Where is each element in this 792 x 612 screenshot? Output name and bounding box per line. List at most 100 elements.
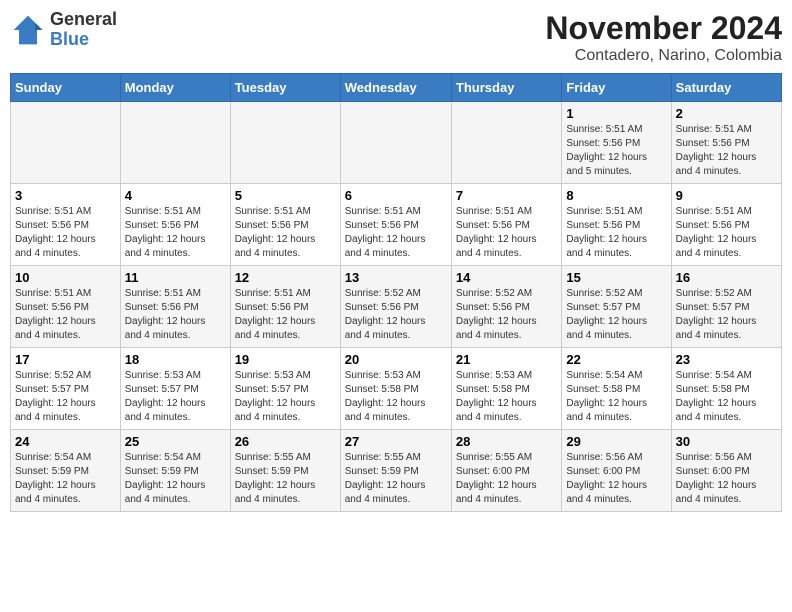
day-info: Sunrise: 5:52 AM Sunset: 5:57 PM Dayligh… [676, 287, 777, 343]
day-info: Sunrise: 5:51 AM Sunset: 5:56 PM Dayligh… [235, 205, 336, 261]
calendar-cell: 1 Sunrise: 5:51 AM Sunset: 5:56 PM Daylig… [562, 102, 671, 184]
calendar-cell: 26 Sunrise: 5:55 AM Sunset: 5:59 PM Dayli… [230, 430, 340, 512]
calendar-cell: 28Sunrise: 5:55 AM Sunset: 6:00 PM Dayli… [451, 430, 561, 512]
day-info: Sunrise: 5:54 AM Sunset: 5:58 PM Dayligh… [676, 369, 777, 425]
calendar-cell: 2Sunrise: 5:51 AM Sunset: 5:56 PM Daylig… [671, 102, 781, 184]
calendar-cell: 18 Sunrise: 5:53 AM Sunset: 5:57 PM Dayli… [120, 348, 230, 430]
calendar-title: November 2024 Contadero, Narino, Colombi… [545, 10, 782, 65]
day-number: 25 [125, 434, 226, 449]
day-number: 6 [345, 188, 447, 203]
weekday-header-sunday: Sunday [11, 74, 121, 102]
month-year-title: November 2024 [545, 10, 782, 47]
day-info: Sunrise: 5:51 AM Sunset: 5:56 PM Dayligh… [125, 287, 226, 343]
calendar-cell: 25 Sunrise: 5:54 AM Sunset: 5:59 PM Dayli… [120, 430, 230, 512]
calendar-cell [451, 102, 561, 184]
page-header: General Blue November 2024 Contadero, Na… [10, 10, 782, 65]
day-number: 26 [235, 434, 336, 449]
logo-general-text: General [50, 10, 117, 30]
calendar-cell: 17Sunrise: 5:52 AM Sunset: 5:57 PM Dayli… [11, 348, 121, 430]
day-info: Sunrise: 5:51 AM Sunset: 5:56 PM Dayligh… [235, 287, 336, 343]
day-info: Sunrise: 5:53 AM Sunset: 5:58 PM Dayligh… [456, 369, 557, 425]
calendar-cell: 3 Sunrise: 5:51 AM Sunset: 5:56 PM Daylig… [11, 184, 121, 266]
calendar-cell: 15 Sunrise: 5:52 AM Sunset: 5:57 PM Dayli… [562, 266, 671, 348]
day-info: Sunrise: 5:52 AM Sunset: 5:56 PM Dayligh… [456, 287, 557, 343]
day-info: Sunrise: 5:53 AM Sunset: 5:58 PM Dayligh… [345, 369, 447, 425]
calendar-cell: 23 Sunrise: 5:54 AM Sunset: 5:58 PM Dayli… [671, 348, 781, 430]
calendar-cell: 13 Sunrise: 5:52 AM Sunset: 5:56 PM Dayli… [340, 266, 451, 348]
day-number: 29 [566, 434, 666, 449]
day-info: Sunrise: 5:51 AM Sunset: 5:56 PM Dayligh… [15, 205, 116, 261]
calendar-cell: 9 Sunrise: 5:51 AM Sunset: 5:56 PM Daylig… [671, 184, 781, 266]
weekday-header-saturday: Saturday [671, 74, 781, 102]
day-number: 21 [456, 352, 557, 367]
day-info: Sunrise: 5:55 AM Sunset: 5:59 PM Dayligh… [235, 451, 336, 507]
day-number: 15 [566, 270, 666, 285]
day-number: 5 [235, 188, 336, 203]
calendar-cell [120, 102, 230, 184]
day-info: Sunrise: 5:55 AM Sunset: 5:59 PM Dayligh… [345, 451, 447, 507]
calendar-cell: 30 Sunrise: 5:56 AM Sunset: 6:00 PM Dayli… [671, 430, 781, 512]
day-number: 11 [125, 270, 226, 285]
day-number: 7 [456, 188, 557, 203]
day-number: 3 [15, 188, 116, 203]
weekday-header-thursday: Thursday [451, 74, 561, 102]
day-info: Sunrise: 5:51 AM Sunset: 5:56 PM Dayligh… [566, 123, 666, 179]
day-number: 20 [345, 352, 447, 367]
day-info: Sunrise: 5:54 AM Sunset: 5:59 PM Dayligh… [125, 451, 226, 507]
calendar-week-row: 10 Sunrise: 5:51 AM Sunset: 5:56 PM Dayli… [11, 266, 782, 348]
calendar-week-row: 1 Sunrise: 5:51 AM Sunset: 5:56 PM Daylig… [11, 102, 782, 184]
calendar-cell: 12 Sunrise: 5:51 AM Sunset: 5:56 PM Dayli… [230, 266, 340, 348]
day-info: Sunrise: 5:51 AM Sunset: 5:56 PM Dayligh… [676, 205, 777, 261]
day-number: 1 [566, 106, 666, 121]
calendar-cell: 19 Sunrise: 5:53 AM Sunset: 5:57 PM Dayli… [230, 348, 340, 430]
calendar-cell: 29Sunrise: 5:56 AM Sunset: 6:00 PM Dayli… [562, 430, 671, 512]
day-info: Sunrise: 5:53 AM Sunset: 5:57 PM Dayligh… [235, 369, 336, 425]
day-number: 14 [456, 270, 557, 285]
calendar-week-row: 17Sunrise: 5:52 AM Sunset: 5:57 PM Dayli… [11, 348, 782, 430]
weekday-header-wednesday: Wednesday [340, 74, 451, 102]
calendar-week-row: 24Sunrise: 5:54 AM Sunset: 5:59 PM Dayli… [11, 430, 782, 512]
day-number: 4 [125, 188, 226, 203]
day-info: Sunrise: 5:51 AM Sunset: 5:56 PM Dayligh… [566, 205, 666, 261]
weekday-header-friday: Friday [562, 74, 671, 102]
day-number: 8 [566, 188, 666, 203]
day-info: Sunrise: 5:55 AM Sunset: 6:00 PM Dayligh… [456, 451, 557, 507]
calendar-cell: 27 Sunrise: 5:55 AM Sunset: 5:59 PM Dayli… [340, 430, 451, 512]
calendar-cell: 11 Sunrise: 5:51 AM Sunset: 5:56 PM Dayli… [120, 266, 230, 348]
calendar-cell: 20 Sunrise: 5:53 AM Sunset: 5:58 PM Dayli… [340, 348, 451, 430]
day-info: Sunrise: 5:52 AM Sunset: 5:56 PM Dayligh… [345, 287, 447, 343]
calendar-cell [340, 102, 451, 184]
day-info: Sunrise: 5:51 AM Sunset: 5:56 PM Dayligh… [345, 205, 447, 261]
day-number: 9 [676, 188, 777, 203]
day-number: 22 [566, 352, 666, 367]
calendar-cell: 4 Sunrise: 5:51 AM Sunset: 5:56 PM Daylig… [120, 184, 230, 266]
day-number: 23 [676, 352, 777, 367]
day-number: 12 [235, 270, 336, 285]
day-number: 30 [676, 434, 777, 449]
day-info: Sunrise: 5:53 AM Sunset: 5:57 PM Dayligh… [125, 369, 226, 425]
day-info: Sunrise: 5:51 AM Sunset: 5:56 PM Dayligh… [456, 205, 557, 261]
day-info: Sunrise: 5:52 AM Sunset: 5:57 PM Dayligh… [566, 287, 666, 343]
day-info: Sunrise: 5:56 AM Sunset: 6:00 PM Dayligh… [676, 451, 777, 507]
calendar-cell: 16Sunrise: 5:52 AM Sunset: 5:57 PM Dayli… [671, 266, 781, 348]
calendar-cell: 7 Sunrise: 5:51 AM Sunset: 5:56 PM Daylig… [451, 184, 561, 266]
weekday-header-tuesday: Tuesday [230, 74, 340, 102]
day-number: 2 [676, 106, 777, 121]
calendar-cell: 6 Sunrise: 5:51 AM Sunset: 5:56 PM Daylig… [340, 184, 451, 266]
day-number: 10 [15, 270, 116, 285]
weekday-header-monday: Monday [120, 74, 230, 102]
day-info: Sunrise: 5:51 AM Sunset: 5:56 PM Dayligh… [125, 205, 226, 261]
day-number: 13 [345, 270, 447, 285]
day-number: 27 [345, 434, 447, 449]
calendar-cell: 22Sunrise: 5:54 AM Sunset: 5:58 PM Dayli… [562, 348, 671, 430]
calendar-body: 1 Sunrise: 5:51 AM Sunset: 5:56 PM Daylig… [11, 102, 782, 512]
day-info: Sunrise: 5:52 AM Sunset: 5:57 PM Dayligh… [15, 369, 116, 425]
day-info: Sunrise: 5:54 AM Sunset: 5:59 PM Dayligh… [15, 451, 116, 507]
calendar-cell: 10Sunrise: 5:51 AM Sunset: 5:56 PM Dayli… [11, 266, 121, 348]
calendar-cell [230, 102, 340, 184]
calendar-cell: 24Sunrise: 5:54 AM Sunset: 5:59 PM Dayli… [11, 430, 121, 512]
day-number: 19 [235, 352, 336, 367]
calendar-header: SundayMondayTuesdayWednesdayThursdayFrid… [11, 74, 782, 102]
day-number: 18 [125, 352, 226, 367]
calendar-cell: 5 Sunrise: 5:51 AM Sunset: 5:56 PM Daylig… [230, 184, 340, 266]
